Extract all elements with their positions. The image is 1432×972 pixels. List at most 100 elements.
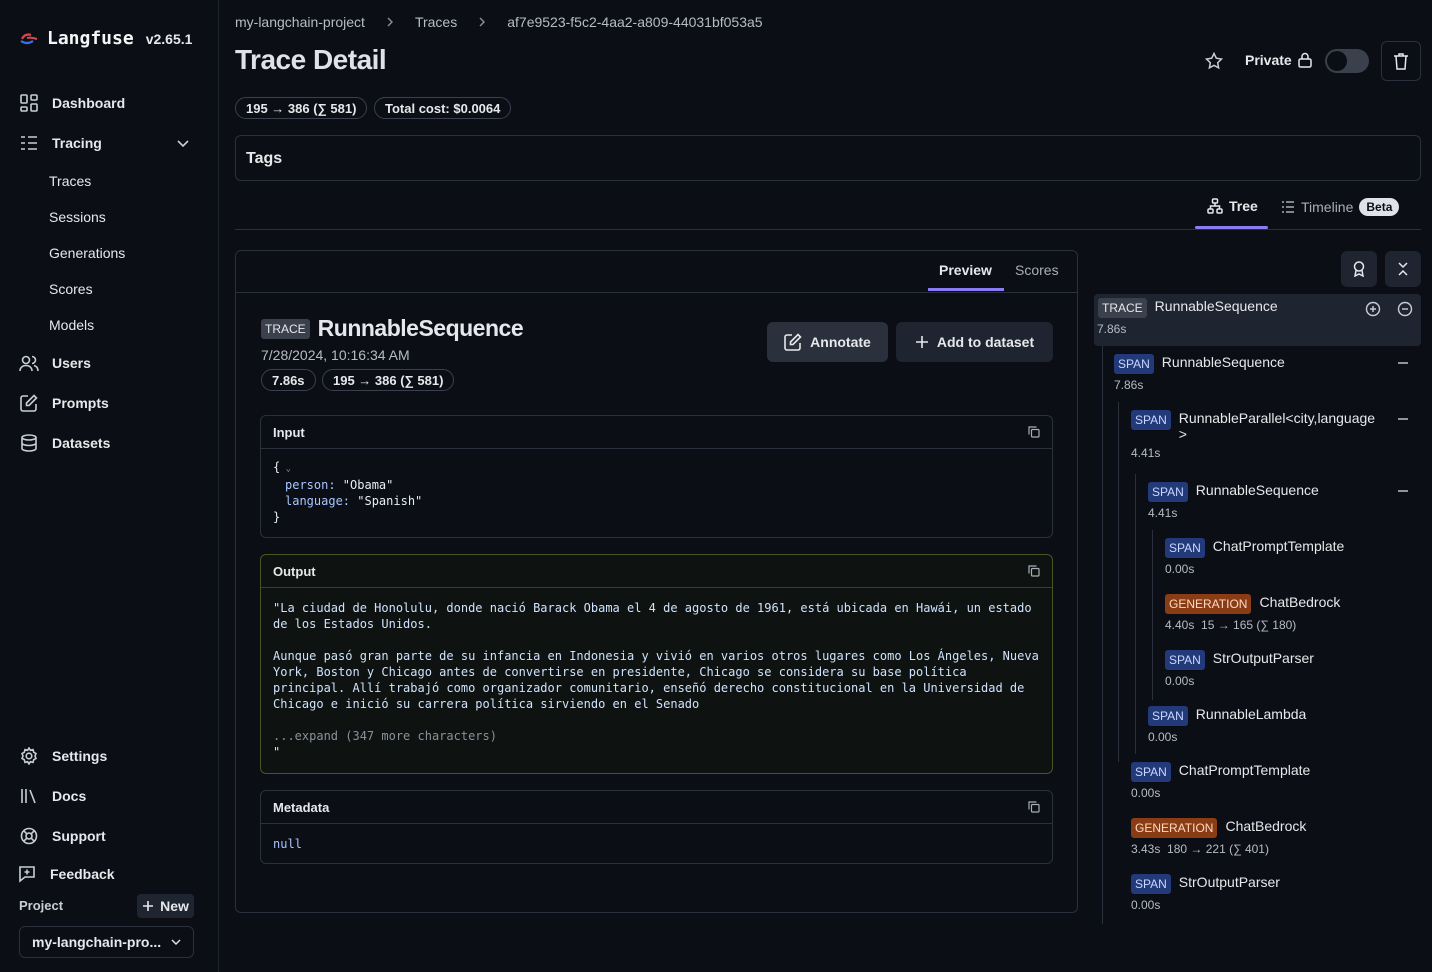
tree-node[interactable]: GENERATION ChatBedrock 3.43s 180 → 221 (∑… xyxy=(1131,818,1306,856)
input-body[interactable]: { ⌄ person: "Obama" language: "Spanish" … xyxy=(261,449,1052,537)
tree-node[interactable]: GENERATION ChatBedrock 4.40s 15 → 165 (∑ … xyxy=(1165,594,1340,632)
tree-icon xyxy=(1207,198,1223,214)
nav-tracing[interactable]: Tracing xyxy=(18,132,102,154)
new-project-label: New xyxy=(160,898,189,914)
tree-node[interactable]: SPAN StrOutputParser 0.00s xyxy=(1131,874,1280,912)
nav-docs[interactable]: Docs xyxy=(18,785,86,807)
nav-support[interactable]: Support xyxy=(18,825,106,847)
node-latency: 0.00s xyxy=(1165,562,1195,576)
award-icon-button[interactable] xyxy=(1341,251,1377,287)
gear-icon xyxy=(18,745,40,767)
delete-button[interactable] xyxy=(1381,41,1421,81)
nav-datasets[interactable]: Datasets xyxy=(18,432,110,454)
minus-icon[interactable] xyxy=(1397,485,1409,497)
tree-node[interactable]: SPAN RunnableParallel<city,language > 4.41… xyxy=(1131,410,1396,460)
expand-link[interactable]: ...expand (347 more characters) xyxy=(273,728,1040,744)
nav-users-label: Users xyxy=(52,355,91,371)
new-project-button[interactable]: New xyxy=(137,894,194,918)
node-tokens: 180 → 221 (∑ 401) xyxy=(1167,842,1269,856)
breadcrumb-traces[interactable]: Traces xyxy=(415,14,457,30)
tab-tree[interactable]: Tree xyxy=(1207,198,1258,214)
node-latency: 4.41s xyxy=(1148,506,1178,520)
minus-circle-icon[interactable] xyxy=(1397,301,1413,317)
breadcrumb-trace-id: af7e9523-f5c2-4aa2-a809-44031bf053a5 xyxy=(507,14,763,30)
collapse-all-button[interactable] xyxy=(1385,251,1421,287)
tree-node[interactable]: TRACE RunnableSequence 7.86s xyxy=(1097,298,1278,336)
star-icon[interactable] xyxy=(1205,52,1223,70)
nav-users[interactable]: Users xyxy=(18,352,91,374)
tree-node[interactable]: SPAN StrOutputParser 0.00s xyxy=(1165,650,1314,688)
annotate-button[interactable]: Annotate xyxy=(767,322,888,362)
panel-tabs: Preview Scores xyxy=(236,251,1077,293)
nav-support-label: Support xyxy=(52,828,106,844)
sidebar-item-models[interactable]: Models xyxy=(49,317,94,333)
tags-section[interactable]: Tags xyxy=(235,135,1421,181)
node-latency: 0.00s xyxy=(1131,898,1161,912)
input-box: Input { ⌄ person: "Obama" language: "Spa… xyxy=(260,415,1053,538)
node-badge: TRACE xyxy=(1098,298,1147,318)
tab-preview[interactable]: Preview xyxy=(939,262,992,278)
node-name: ChatBedrock xyxy=(1225,818,1307,834)
page-title: Trace Detail xyxy=(235,44,387,75)
node-badge: SPAN xyxy=(1131,874,1171,894)
tab-scores[interactable]: Scores xyxy=(1015,262,1059,278)
chevron-right-icon xyxy=(477,17,487,27)
app-version: v2.65.1 xyxy=(145,30,193,47)
nav-settings-label: Settings xyxy=(52,748,108,764)
nav-feedback[interactable]: Feedback xyxy=(16,863,115,885)
nav-prompts[interactable]: Prompts xyxy=(18,392,109,414)
tree-line xyxy=(1102,346,1103,924)
node-badge: SPAN xyxy=(1148,706,1188,726)
sidebar-item-generations[interactable]: Generations xyxy=(49,245,125,261)
langfuse-logo-icon xyxy=(19,32,39,46)
pencil-square-icon xyxy=(784,333,802,351)
tree-node[interactable]: SPAN ChatPromptTemplate 0.00s xyxy=(1165,538,1344,576)
chevrons-collapse-icon xyxy=(1397,262,1409,276)
users-icon xyxy=(18,352,40,374)
sidebar: Langfuse v2.65.1 Dashboard Tracing Trace… xyxy=(0,0,219,972)
project-label: Project xyxy=(19,898,64,913)
node-meta-row: 3.43s 180 → 221 (∑ 401) xyxy=(1131,842,1306,856)
json-key-language: language: xyxy=(285,494,358,508)
chevron-down-icon[interactable] xyxy=(176,136,190,150)
sidebar-item-scores[interactable]: Scores xyxy=(49,281,93,297)
metadata-header: Metadata xyxy=(261,791,1052,824)
node-latency: 0.00s xyxy=(1165,674,1195,688)
copy-icon[interactable] xyxy=(1028,565,1040,577)
sidebar-item-traces[interactable]: Traces xyxy=(49,173,91,189)
nav-dashboard[interactable]: Dashboard xyxy=(18,92,125,114)
tree-node[interactable]: SPAN RunnableSequence 4.41s xyxy=(1148,482,1319,520)
tree-node[interactable]: SPAN ChatPromptTemplate 0.00s xyxy=(1131,762,1310,800)
tree-node[interactable]: SPAN RunnableSequence 7.86s xyxy=(1114,354,1285,392)
nav-settings[interactable]: Settings xyxy=(18,745,107,767)
sidebar-item-sessions[interactable]: Sessions xyxy=(49,209,106,225)
node-name: RunnableLambda xyxy=(1195,706,1307,722)
tree-node[interactable]: SPAN RunnableLambda 0.00s xyxy=(1148,706,1306,744)
minus-icon[interactable] xyxy=(1397,357,1409,369)
output-label: Output xyxy=(273,563,316,579)
logo[interactable]: Langfuse v2.65.1 xyxy=(19,28,192,49)
metadata-value[interactable]: null xyxy=(261,824,1052,862)
tab-timeline-label: Timeline xyxy=(1301,199,1354,215)
tab-timeline[interactable]: Timeline Beta xyxy=(1281,198,1400,216)
copy-icon[interactable] xyxy=(1028,426,1040,438)
tags-label: Tags xyxy=(246,150,283,167)
project-select[interactable]: my-langchain-pro... xyxy=(19,926,194,958)
tab-tree-label: Tree xyxy=(1229,198,1258,214)
input-header: Input xyxy=(261,416,1052,449)
breadcrumb-project[interactable]: my-langchain-project xyxy=(235,14,365,30)
output-body[interactable]: "La ciudad de Honolulu, donde nació Bara… xyxy=(261,588,1052,770)
node-name: StrOutputParser xyxy=(1212,650,1314,666)
tree-line xyxy=(1135,474,1136,754)
project-select-value: my-langchain-pro... xyxy=(32,934,162,950)
annotate-label: Annotate xyxy=(810,334,871,350)
metadata-label: Metadata xyxy=(273,799,330,815)
add-to-dataset-button[interactable]: Add to dataset xyxy=(896,322,1053,362)
plus-circle-icon[interactable] xyxy=(1365,301,1381,317)
copy-icon[interactable] xyxy=(1028,801,1040,813)
cost-pill: Total cost: $0.0064 xyxy=(374,97,512,119)
private-toggle[interactable] xyxy=(1325,49,1369,73)
nav-datasets-label: Datasets xyxy=(52,435,111,451)
metadata-box: Metadata null xyxy=(260,790,1053,864)
minus-icon[interactable] xyxy=(1397,413,1409,425)
